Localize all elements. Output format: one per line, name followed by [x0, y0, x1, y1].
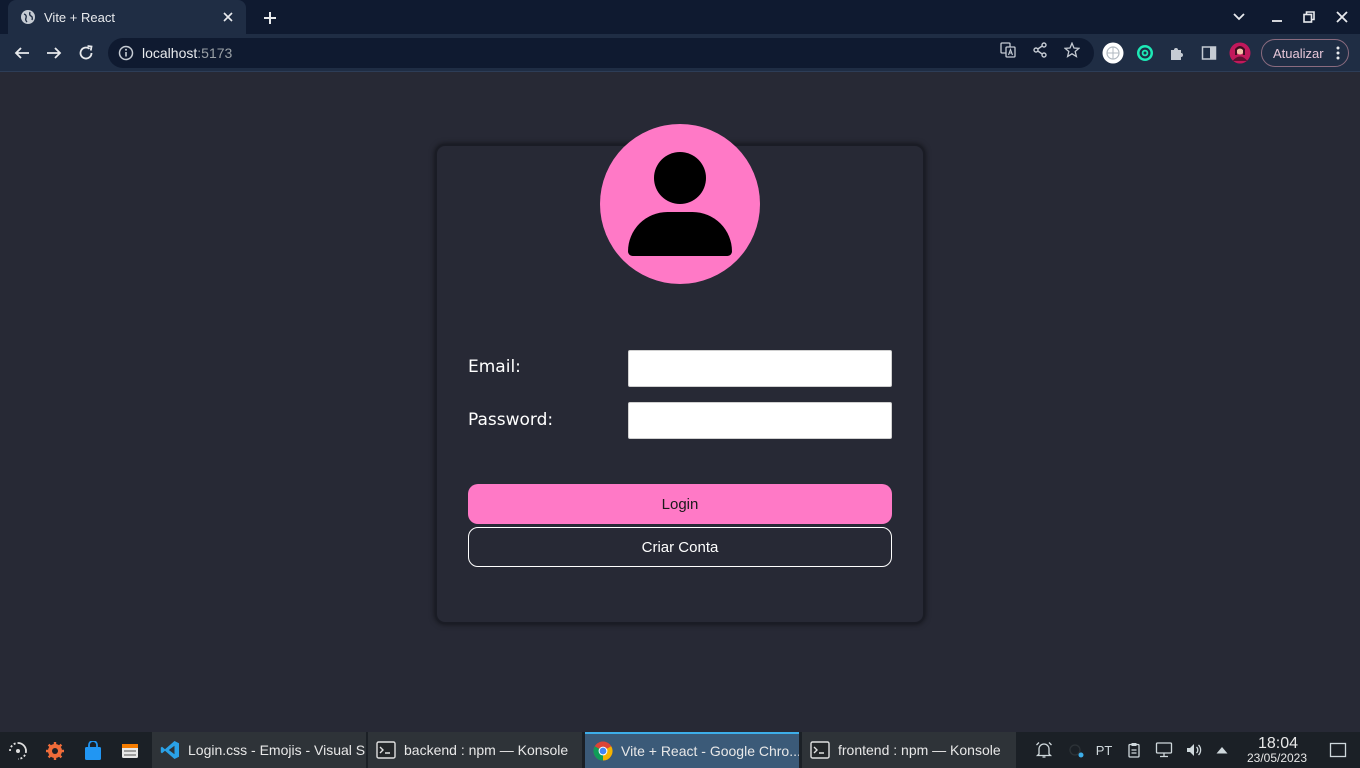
- back-arrow-icon[interactable]: [11, 42, 33, 64]
- reload-icon[interactable]: [75, 42, 97, 64]
- user-avatar-icon: [600, 124, 760, 284]
- email-label: Email:: [468, 357, 521, 377]
- extension-globe-icon[interactable]: [1102, 42, 1124, 64]
- task-frontend-konsole[interactable]: frontend : npm — Konsole: [802, 732, 1016, 768]
- menu-kebab-icon[interactable]: [1336, 46, 1340, 60]
- profile-avatar-icon[interactable]: [1229, 42, 1251, 64]
- update-status-icon[interactable]: [1066, 740, 1086, 760]
- bookmark-star-icon[interactable]: [1063, 41, 1081, 59]
- create-account-button[interactable]: Criar Conta: [468, 527, 892, 567]
- url-port: :5173: [197, 45, 233, 61]
- new-tab-plus-icon[interactable]: [260, 8, 280, 28]
- clock-date[interactable]: 23/05/2023: [1240, 751, 1314, 765]
- password-input[interactable]: [628, 402, 892, 439]
- taskbar: Login.css - Emojis - Visual S... backend…: [0, 732, 1360, 768]
- tab-search-chevron-icon[interactable]: [1229, 7, 1249, 27]
- file-manager-icon[interactable]: [119, 740, 141, 762]
- globe-icon: [20, 9, 36, 25]
- chrome-icon: [593, 741, 613, 761]
- update-button[interactable]: Atualizar: [1261, 39, 1349, 67]
- terminal-icon: [376, 740, 396, 760]
- password-label: Password:: [468, 410, 554, 430]
- app-launcher-icon[interactable]: [7, 740, 29, 762]
- task-vscode[interactable]: Login.css - Emojis - Visual S...: [152, 732, 366, 768]
- clipboard-icon[interactable]: [1124, 740, 1144, 760]
- network-icon[interactable]: [1154, 740, 1174, 760]
- side-panel-icon[interactable]: [1198, 42, 1220, 64]
- discover-store-icon[interactable]: [82, 740, 104, 762]
- system-settings-icon[interactable]: [44, 740, 66, 762]
- avatar-body: [628, 212, 732, 256]
- terminal-icon: [810, 740, 830, 760]
- notifications-bell-icon[interactable]: [1034, 740, 1054, 760]
- site-info-icon[interactable]: [118, 45, 134, 61]
- extension-target-icon[interactable]: [1134, 42, 1156, 64]
- tray-expand-arrow-icon[interactable]: [1212, 740, 1232, 760]
- task-label: backend : npm — Konsole: [404, 742, 569, 758]
- email-input[interactable]: [628, 350, 892, 387]
- vscode-icon: [160, 740, 180, 760]
- browser-tab[interactable]: Vite + React: [8, 0, 246, 34]
- keyboard-layout-indicator[interactable]: PT: [1094, 740, 1114, 760]
- update-label: Atualizar: [1273, 45, 1324, 61]
- forward-arrow-icon[interactable]: [43, 42, 65, 64]
- extensions-puzzle-icon[interactable]: [1166, 42, 1188, 64]
- task-backend-konsole[interactable]: backend : npm — Konsole: [368, 732, 582, 768]
- task-label: Login.css - Emojis - Visual S...: [188, 742, 366, 758]
- avatar-head: [654, 152, 706, 204]
- browser-toolbar: localhost:5173 Atualizar: [0, 34, 1360, 72]
- close-tab-icon[interactable]: [220, 9, 236, 25]
- tab-title: Vite + React: [44, 9, 115, 25]
- login-button[interactable]: Login: [468, 484, 892, 524]
- restore-icon[interactable]: [1299, 7, 1319, 27]
- minimize-icon[interactable]: [1267, 7, 1287, 27]
- share-icon[interactable]: [1031, 41, 1049, 59]
- task-label: Vite + React - Google Chro...: [621, 743, 799, 759]
- browser-tabstrip: Vite + React: [0, 0, 1360, 34]
- volume-icon[interactable]: [1184, 740, 1204, 760]
- close-window-icon[interactable]: [1332, 7, 1352, 27]
- show-desktop-icon[interactable]: [1328, 740, 1348, 760]
- url-host: localhost: [142, 45, 198, 61]
- task-chrome[interactable]: Vite + React - Google Chro...: [585, 732, 799, 768]
- address-bar[interactable]: localhost:5173: [108, 38, 1094, 68]
- translate-icon[interactable]: [999, 41, 1017, 59]
- task-label: frontend : npm — Konsole: [838, 742, 1001, 758]
